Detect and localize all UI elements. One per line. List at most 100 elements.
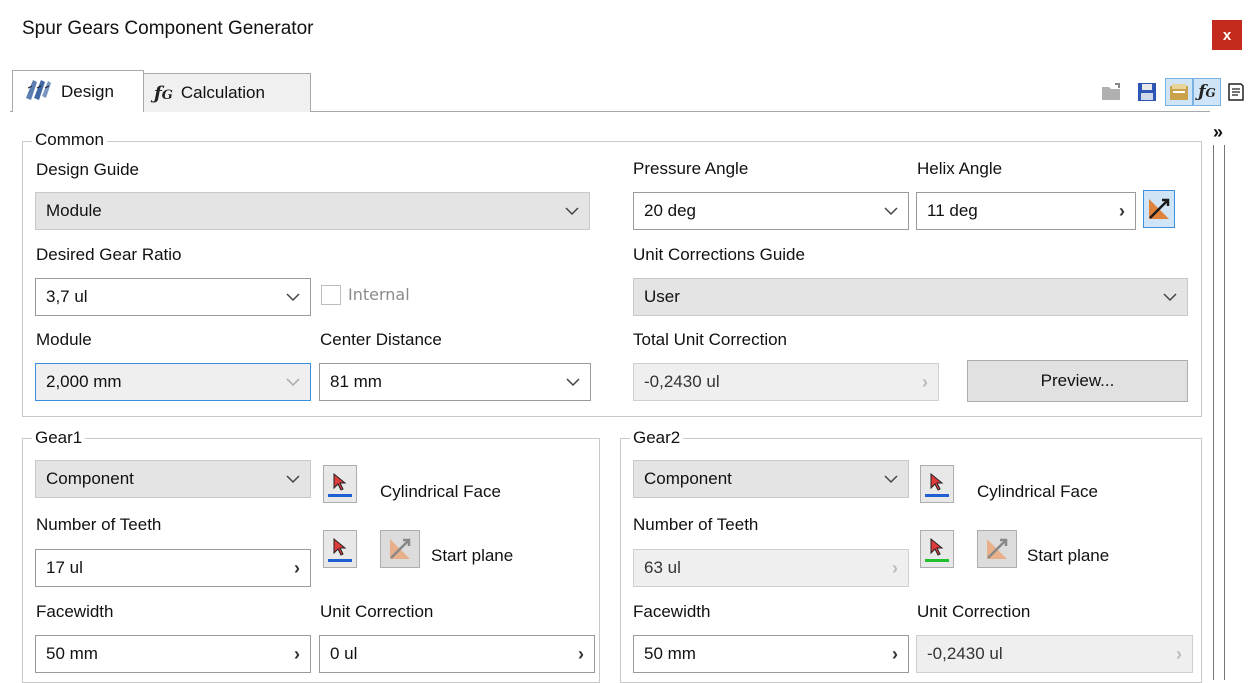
common-legend: Common bbox=[32, 130, 107, 150]
total-unit-correction-value: -0,2430 ul bbox=[644, 372, 720, 391]
pressure-angle-label: Pressure Angle bbox=[633, 159, 749, 178]
chevron-right-icon: › bbox=[892, 557, 898, 578]
center-distance-label: Center Distance bbox=[320, 330, 442, 349]
design-guide-select[interactable]: Module bbox=[35, 192, 590, 230]
gear1-facewidth-value: 50 mm bbox=[46, 644, 98, 663]
gear2-unit-correction-field: -0,2430 ul › bbox=[916, 635, 1193, 673]
tab-calculation-label: Calculation bbox=[180, 83, 265, 102]
chevron-down-icon bbox=[1163, 290, 1177, 304]
gear-ratio-label: Desired Gear Ratio bbox=[36, 245, 182, 264]
flip-direction-icon bbox=[390, 538, 411, 559]
gear1-start-plane-label: Start plane bbox=[431, 546, 514, 565]
gear1-teeth-value: 17 ul bbox=[46, 558, 83, 577]
cursor-pick-icon bbox=[333, 472, 347, 491]
center-distance-select[interactable]: 81 mm bbox=[319, 363, 591, 401]
tab-calculation[interactable]: ƒG Calculation bbox=[143, 73, 311, 112]
pick-indicator-bar bbox=[925, 558, 949, 562]
chevron-right-icon[interactable]: › bbox=[578, 644, 584, 665]
pressure-angle-select[interactable]: 20 deg bbox=[633, 192, 909, 230]
chevron-down-icon bbox=[565, 204, 579, 218]
helix-angle-label: Helix Angle bbox=[917, 159, 1003, 178]
chevron-down-icon bbox=[884, 204, 898, 218]
chevron-down-icon bbox=[286, 290, 300, 304]
internal-checkbox[interactable] bbox=[321, 285, 341, 305]
center-distance-value: 81 mm bbox=[330, 372, 382, 391]
chevron-right-icon[interactable]: › bbox=[1119, 201, 1125, 222]
module-select[interactable]: 2,000 mm bbox=[35, 363, 311, 401]
gear2-start-plane-flip-button[interactable] bbox=[977, 530, 1017, 568]
gear1-facewidth-label: Facewidth bbox=[36, 602, 114, 621]
gear1-type-value: Component bbox=[46, 469, 134, 488]
gear1-cylindrical-face-pick-button[interactable] bbox=[323, 465, 357, 503]
helix-angle-value: 11 deg bbox=[927, 201, 978, 220]
flip-direction-icon bbox=[1149, 198, 1170, 219]
gear2-type-value: Component bbox=[644, 469, 732, 488]
gear1-facewidth-field[interactable]: 50 mm › bbox=[35, 635, 311, 673]
gear2-teeth-field: 63 ul › bbox=[633, 549, 909, 587]
gear2-cylindrical-face-label: Cylindrical Face bbox=[977, 482, 1098, 501]
panel-scroll-divider bbox=[1213, 145, 1225, 680]
total-unit-correction-label: Total Unit Correction bbox=[633, 330, 788, 349]
pick-indicator-bar bbox=[328, 558, 352, 562]
flip-direction-button[interactable] bbox=[1143, 190, 1175, 228]
gear1-unit-correction-field[interactable]: 0 ul › bbox=[319, 635, 595, 673]
unit-corrections-guide-label: Unit Corrections Guide bbox=[633, 245, 805, 264]
cursor-pick-icon bbox=[930, 472, 944, 491]
pick-indicator-bar bbox=[328, 493, 352, 497]
preview-button[interactable]: Preview... bbox=[967, 360, 1188, 402]
module-label: Module bbox=[36, 330, 92, 349]
tab-design[interactable]: Design bbox=[12, 70, 144, 112]
expand-button[interactable]: » bbox=[1213, 122, 1223, 143]
chevron-down-icon bbox=[286, 375, 300, 389]
chevron-down-icon bbox=[884, 472, 898, 486]
gear-ratio-select[interactable]: 3,7 ul bbox=[35, 278, 311, 316]
module-value: 2,000 mm bbox=[46, 372, 122, 391]
gear1-type-select[interactable]: Component bbox=[35, 460, 311, 498]
pick-indicator-bar bbox=[925, 493, 949, 497]
gear2-facewidth-field[interactable]: 50 mm › bbox=[633, 635, 909, 673]
gear2-facewidth-value: 50 mm bbox=[644, 644, 696, 663]
gear1-legend: Gear1 bbox=[32, 428, 86, 448]
chevron-right-icon[interactable]: › bbox=[294, 558, 300, 579]
design-guide-label: Design Guide bbox=[36, 160, 140, 179]
unit-corrections-guide-select[interactable]: User bbox=[633, 278, 1188, 316]
chevron-right-icon: › bbox=[922, 371, 928, 392]
gear2-legend: Gear2 bbox=[630, 428, 684, 448]
open-folder-icon[interactable] bbox=[1098, 78, 1126, 106]
gear1-teeth-label: Number of Teeth bbox=[36, 515, 162, 534]
gear2-teeth-value: 63 ul bbox=[644, 558, 681, 577]
gear2-start-plane-label: Start plane bbox=[1027, 546, 1110, 565]
fx-calculation-icon: ƒG bbox=[154, 82, 173, 104]
gear1-start-plane-pick-button[interactable] bbox=[323, 530, 357, 568]
cursor-pick-icon bbox=[333, 537, 347, 556]
gear1-cylindrical-face-label: Cylindrical Face bbox=[380, 482, 501, 501]
unit-corrections-guide-value: User bbox=[644, 287, 680, 306]
flip-direction-icon bbox=[987, 538, 1008, 559]
gear-design-icon bbox=[23, 76, 53, 107]
window-title: Spur Gears Component Generator bbox=[22, 18, 314, 39]
chevron-right-icon[interactable]: › bbox=[294, 644, 300, 665]
gear2-unit-correction-value: -0,2430 ul bbox=[927, 644, 1003, 663]
gear-ratio-value: 3,7 ul bbox=[46, 287, 88, 306]
gear1-unit-correction-label: Unit Correction bbox=[320, 602, 434, 621]
chevron-right-icon[interactable]: › bbox=[892, 644, 898, 665]
gear2-start-plane-pick-button[interactable] bbox=[920, 530, 954, 568]
gear2-unit-correction-label: Unit Correction bbox=[917, 602, 1031, 621]
save-icon[interactable] bbox=[1133, 78, 1161, 106]
chevron-down-icon bbox=[286, 472, 300, 486]
gear2-cylindrical-face-pick-button[interactable] bbox=[920, 465, 954, 503]
chevron-right-icon: › bbox=[1176, 643, 1182, 664]
design-guide-value: Module bbox=[46, 201, 102, 220]
gear2-type-select[interactable]: Component bbox=[633, 460, 909, 498]
fx-icon[interactable]: ƒG bbox=[1193, 78, 1221, 106]
notes-icon[interactable] bbox=[1222, 78, 1248, 106]
gear1-start-plane-flip-button[interactable] bbox=[380, 530, 420, 568]
helix-angle-field[interactable]: 11 deg › bbox=[916, 192, 1136, 230]
close-button[interactable]: x bbox=[1212, 20, 1242, 50]
total-unit-correction-field: -0,2430 ul › bbox=[633, 363, 939, 401]
chevron-down-icon bbox=[566, 375, 580, 389]
options-icon[interactable] bbox=[1165, 78, 1193, 106]
gear2-teeth-label: Number of Teeth bbox=[633, 515, 759, 534]
gear2-facewidth-label: Facewidth bbox=[633, 602, 711, 621]
gear1-teeth-field[interactable]: 17 ul › bbox=[35, 549, 311, 587]
